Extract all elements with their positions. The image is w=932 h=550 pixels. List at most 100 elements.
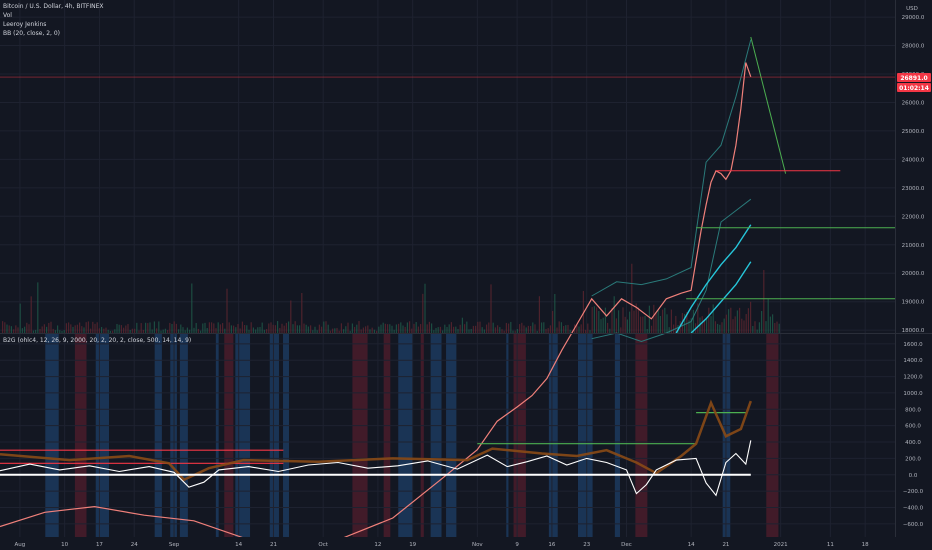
volume-bar xyxy=(448,324,450,333)
volume-bar xyxy=(611,308,613,333)
volume-bar xyxy=(127,323,129,333)
volume-bar xyxy=(351,323,353,333)
volume-bar xyxy=(74,325,76,333)
volume-bar xyxy=(428,321,430,333)
volume-bar xyxy=(420,324,422,333)
volume-bar xyxy=(59,330,61,333)
volume-bar xyxy=(765,321,767,333)
indicator-bb-label[interactable]: BB (20, close, 2, 0) xyxy=(3,30,60,38)
currency-label: USD xyxy=(906,6,918,12)
volume-bar xyxy=(360,329,362,333)
volume-bar xyxy=(442,330,444,333)
volume-bar xyxy=(72,326,74,333)
volume-bar xyxy=(752,326,754,333)
price-tick-label: 29000.0 xyxy=(902,15,925,21)
time-tick-label: 2021 xyxy=(774,542,788,548)
time-tick-label: 17 xyxy=(96,542,103,548)
volume-bar xyxy=(41,326,43,333)
price-tick-label: 22000.0 xyxy=(902,214,925,220)
volume-bar xyxy=(554,294,556,333)
volume-bar xyxy=(497,325,499,333)
volume-bar xyxy=(712,304,714,333)
volume-bar xyxy=(556,327,558,333)
volume-bar xyxy=(305,324,307,333)
volume-bar xyxy=(8,325,10,333)
volume-bar xyxy=(325,321,327,333)
volume-bar xyxy=(384,323,386,333)
volume-bar xyxy=(620,327,622,333)
volume-bar xyxy=(116,324,118,333)
volume-bar xyxy=(450,322,452,333)
volume-bar xyxy=(721,322,723,333)
volume-bar xyxy=(470,328,472,333)
volume-bar xyxy=(629,311,631,333)
time-axis[interactable]: Aug 10 17 24 Sep 14 21 Oct 12 19 Nov 9 16 23 Dec 14 21 20… xyxy=(0,537,932,550)
time-tick-label: 9 xyxy=(515,542,519,548)
volume-bar xyxy=(294,321,296,333)
volume-bar xyxy=(2,321,4,333)
volume-bar xyxy=(459,324,461,333)
volume-bar xyxy=(184,330,186,333)
volume-bar xyxy=(175,323,177,333)
volume-bar xyxy=(369,329,371,333)
volume-bar xyxy=(173,321,175,333)
time-tick-label: 14 xyxy=(235,542,242,548)
indicator-leeroy-label[interactable]: Leeroy Jenkins xyxy=(3,21,46,29)
volume-bar xyxy=(356,324,358,333)
volume-bar xyxy=(580,324,582,333)
volume-bar xyxy=(602,317,604,333)
volume-bar xyxy=(222,323,224,333)
price-tick-label: 24000.0 xyxy=(902,157,925,163)
volume-bar xyxy=(228,322,230,333)
volume-bar xyxy=(475,325,477,333)
time-tick-label: 21 xyxy=(270,542,277,548)
price-tick-label: 20000.0 xyxy=(902,271,925,277)
volume-bar xyxy=(675,315,677,333)
volume-bar xyxy=(769,316,771,333)
volume-bar xyxy=(481,327,483,333)
volume-bar xyxy=(189,329,191,333)
symbol-title[interactable]: Bitcoin / U.S. Dollar, 4h, BITFINEX xyxy=(3,3,104,11)
volume-bar xyxy=(76,324,78,333)
volume-bar xyxy=(657,309,659,333)
volume-bar xyxy=(717,323,719,333)
volume-bar xyxy=(94,323,96,333)
volume-bar xyxy=(292,324,294,333)
indicator-vol-label[interactable]: Vol xyxy=(3,12,12,20)
oscillator-title[interactable]: B2G (ohlc4, 12, 26, 9, 2000, 20, 2, 20, … xyxy=(3,337,191,345)
time-tick-label: 16 xyxy=(548,542,555,548)
volume-bar xyxy=(591,307,593,333)
volume-bar xyxy=(21,328,23,333)
volume-bar xyxy=(345,326,347,333)
volume-bar xyxy=(281,323,283,333)
volume-bar xyxy=(204,322,206,333)
volume-bar xyxy=(37,282,39,333)
volume-bar xyxy=(24,326,26,333)
volume-bar xyxy=(211,322,213,333)
volume-bar xyxy=(714,321,716,333)
oscillator-tick-label: 600.0 xyxy=(905,424,921,430)
volume-bar xyxy=(85,322,87,333)
volume-bar xyxy=(332,328,334,333)
time-tick-label: Oct xyxy=(318,542,328,548)
volume-bar xyxy=(710,316,712,333)
volume-bar xyxy=(444,324,446,333)
volume-bar xyxy=(455,326,457,333)
volume-bar xyxy=(435,327,437,333)
volume-bar xyxy=(422,293,424,333)
volume-bar xyxy=(778,323,780,333)
volume-bar xyxy=(125,325,127,333)
volume-bar xyxy=(622,307,624,333)
volume-bar xyxy=(362,327,364,333)
volume-bar xyxy=(10,326,12,333)
volume-bar xyxy=(193,327,195,333)
volume-bar xyxy=(171,323,173,333)
volume-bar xyxy=(219,324,221,333)
volume-bar xyxy=(310,325,312,333)
oscillator-tick-label: −400.0 xyxy=(903,506,924,512)
volume-bar xyxy=(743,320,745,333)
volume-bar xyxy=(224,328,226,333)
volume-bar xyxy=(523,325,525,333)
volume-bar xyxy=(68,322,70,333)
volume-bar xyxy=(81,326,83,333)
